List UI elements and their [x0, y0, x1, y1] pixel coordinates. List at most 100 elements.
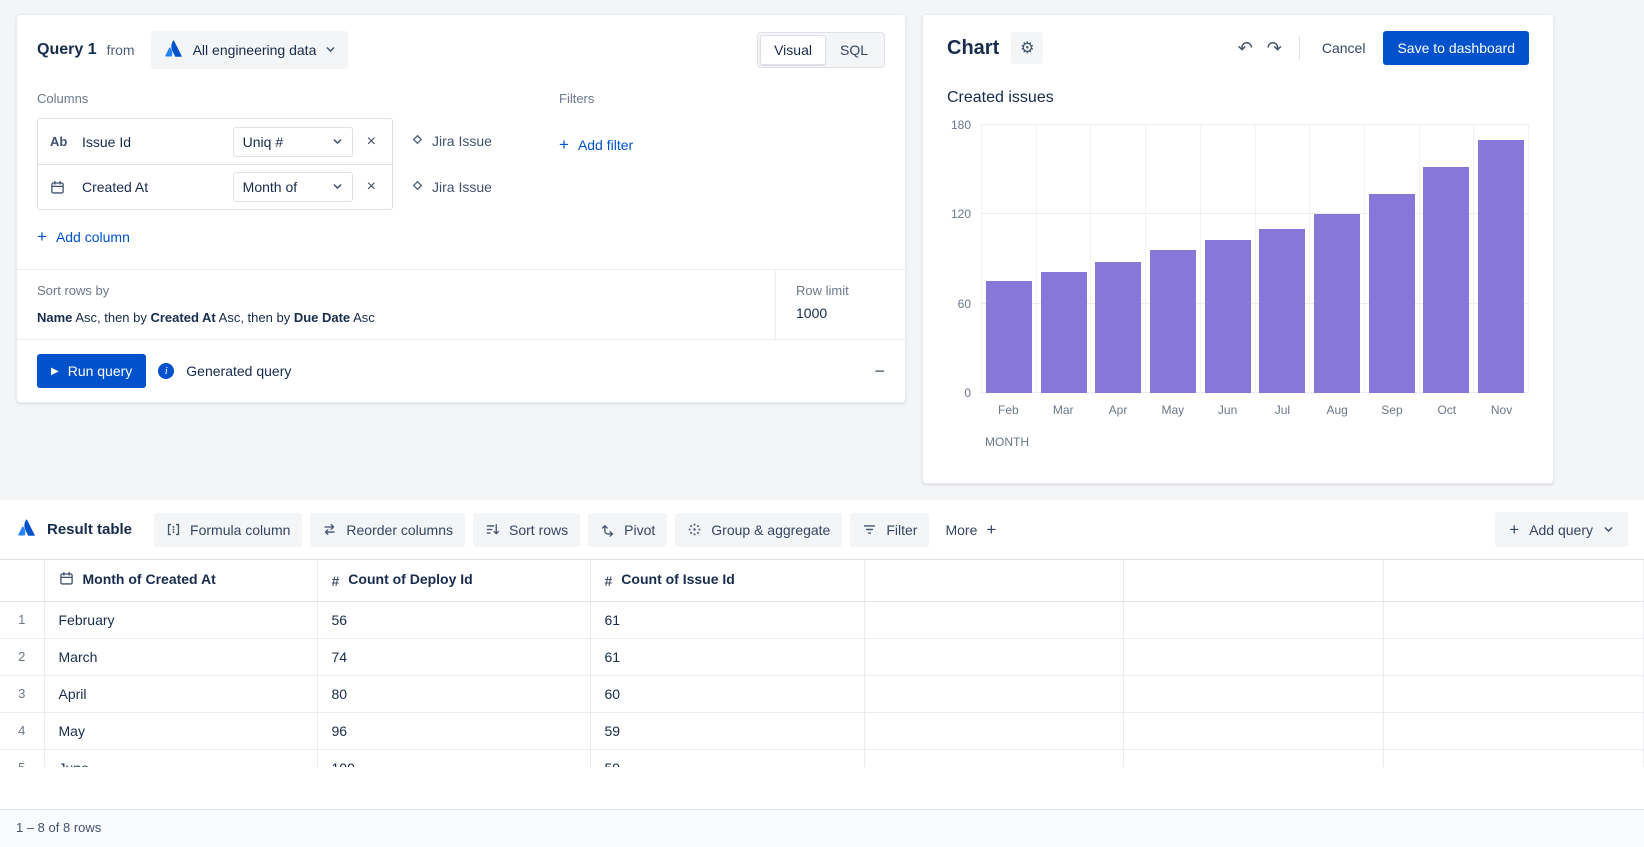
column-header — [864, 560, 1124, 601]
table-cell[interactable]: 56 — [317, 601, 590, 638]
redo-button[interactable]: ↷ — [1260, 37, 1289, 59]
chart-bar[interactable] — [1205, 240, 1251, 393]
reorder-columns-button[interactable]: Reorder columns — [310, 513, 465, 547]
y-tick-label: 60 — [958, 297, 971, 311]
column-header[interactable]: #Count of Deploy Id — [317, 560, 590, 601]
add-filter-button[interactable]: + Add filter — [559, 136, 633, 153]
row-count-status: 1 – 8 of 8 rows — [0, 809, 1644, 847]
cancel-button[interactable]: Cancel — [1310, 32, 1378, 64]
table-cell[interactable]: 61 — [590, 638, 864, 675]
aggregation-select[interactable]: Uniq # — [233, 127, 353, 157]
table-cell[interactable] — [1124, 675, 1384, 712]
table-cell[interactable] — [1124, 601, 1384, 638]
chart-bar[interactable] — [1423, 167, 1469, 393]
chart-slot — [1364, 125, 1419, 393]
table-cell[interactable] — [1124, 712, 1384, 749]
table-row: 3April8060 — [0, 675, 1644, 712]
table-cell[interactable]: April — [44, 675, 317, 712]
query-columns-box: AbIssue IdUniq #×Created AtMonth of× — [37, 118, 393, 210]
data-source-dropdown[interactable]: All engineering data — [151, 31, 349, 69]
x-tick-label: May — [1145, 403, 1200, 417]
x-tick-label: Feb — [981, 403, 1036, 417]
remove-column-button[interactable]: × — [363, 177, 380, 197]
chart-slot — [1255, 125, 1310, 393]
bar-chart: 060120180 — [947, 125, 1529, 393]
undo-button[interactable]: ↶ — [1231, 37, 1260, 59]
table-cell[interactable] — [864, 712, 1124, 749]
index-column-header — [0, 560, 44, 601]
sort-rows-by[interactable]: Sort rows by Name Asc, then by Created A… — [17, 270, 775, 339]
table-cell[interactable] — [864, 749, 1124, 767]
chart-bar[interactable] — [1041, 272, 1087, 393]
sort-rows-button[interactable]: Sort rows — [473, 513, 580, 547]
run-query-button[interactable]: ▶ Run query — [37, 354, 146, 388]
table-cell[interactable]: 100 — [317, 749, 590, 767]
column-header — [1384, 560, 1644, 601]
collapse-button[interactable]: − — [874, 361, 885, 382]
chart-plot-area — [981, 125, 1529, 393]
table-cell[interactable] — [864, 638, 1124, 675]
sort-row: Sort rows by Name Asc, then by Created A… — [17, 269, 905, 339]
column-header[interactable]: #Count of Issue Id — [590, 560, 864, 601]
chart-settings-button[interactable]: ⚙ — [1011, 32, 1043, 64]
table-cell[interactable] — [864, 675, 1124, 712]
column-name: Issue Id — [82, 134, 223, 150]
chart-bar[interactable] — [1150, 250, 1196, 393]
table-cell[interactable] — [1384, 601, 1644, 638]
add-query-button[interactable]: + Add query — [1495, 512, 1628, 547]
column-source: Jira Issue — [411, 118, 492, 164]
result-section: Result table Formula columnReorder colum… — [0, 500, 1644, 847]
table-cell[interactable]: 59 — [590, 712, 864, 749]
group-aggregate-button[interactable]: Group & aggregate — [675, 513, 842, 547]
chart-slot — [1090, 125, 1145, 393]
aggregation-select[interactable]: Month of — [233, 172, 353, 202]
table-cell[interactable] — [1384, 712, 1644, 749]
table-cell[interactable]: February — [44, 601, 317, 638]
formula-column-button[interactable]: Formula column — [154, 513, 302, 547]
chart-bar[interactable] — [986, 281, 1032, 393]
add-column-button[interactable]: + Add column — [37, 228, 130, 245]
table-cell[interactable]: 61 — [590, 601, 864, 638]
row-limit[interactable]: Row limit 1000 — [775, 270, 905, 339]
remove-column-button[interactable]: × — [363, 132, 380, 152]
chart-bar[interactable] — [1259, 229, 1305, 393]
table-cell[interactable]: 96 — [317, 712, 590, 749]
table-row: 2March7461 — [0, 638, 1644, 675]
chart-bar[interactable] — [1369, 194, 1415, 394]
x-axis-title: MONTH — [985, 435, 1529, 449]
gear-icon: ⚙ — [1020, 38, 1034, 58]
pivot-button[interactable]: Pivot — [588, 513, 667, 547]
filters-label: Filters — [559, 91, 885, 106]
table-cell[interactable]: 80 — [317, 675, 590, 712]
chart-bar[interactable] — [1314, 214, 1360, 393]
save-to-dashboard-button[interactable]: Save to dashboard — [1383, 31, 1529, 65]
generated-query-label[interactable]: Generated query — [186, 363, 291, 379]
table-cell[interactable] — [1384, 675, 1644, 712]
group-aggregate-icon — [687, 522, 702, 537]
chart-bar[interactable] — [1478, 140, 1524, 393]
chart-bar[interactable] — [1095, 262, 1141, 393]
more-button[interactable]: More + — [937, 512, 1004, 547]
filter-icon — [862, 522, 877, 537]
chevron-down-icon — [332, 179, 343, 195]
table-cell[interactable]: 60 — [590, 675, 864, 712]
table-cell[interactable] — [1384, 749, 1644, 767]
table-cell[interactable]: 74 — [317, 638, 590, 675]
table-cell[interactable]: March — [44, 638, 317, 675]
column-header[interactable]: Month of Created At — [44, 560, 317, 601]
table-cell[interactable]: May — [44, 712, 317, 749]
table-cell[interactable] — [864, 601, 1124, 638]
table-cell[interactable] — [1384, 638, 1644, 675]
filter-button[interactable]: Filter — [850, 513, 929, 547]
y-tick-label: 180 — [951, 118, 971, 132]
column-name: Created At — [82, 179, 223, 195]
x-tick-label: Mar — [1036, 403, 1091, 417]
plus-icon: + — [986, 521, 996, 538]
mode-sql-button[interactable]: SQL — [826, 35, 882, 65]
row-index: 5 — [0, 749, 44, 767]
mode-visual-button[interactable]: Visual — [760, 35, 826, 65]
table-cell[interactable]: June — [44, 749, 317, 767]
table-cell[interactable] — [1124, 749, 1384, 767]
table-cell[interactable]: 59 — [590, 749, 864, 767]
table-cell[interactable] — [1124, 638, 1384, 675]
